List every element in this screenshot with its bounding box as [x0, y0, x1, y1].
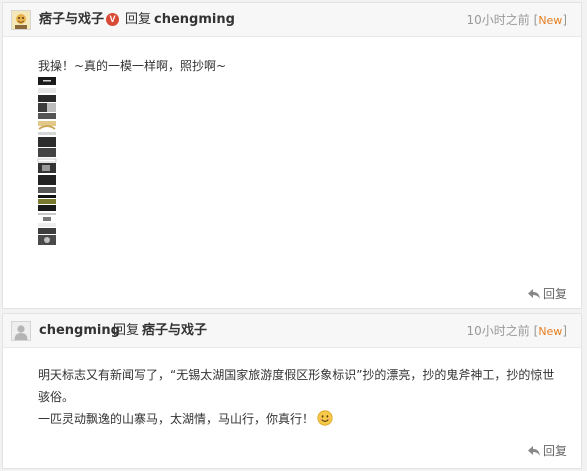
reply-button-label: 回复 — [542, 444, 567, 458]
thumbnail — [38, 113, 56, 119]
new-bracket-close: ] — [562, 13, 567, 27]
content-line: 我操！~真的一模一样啊，照抄啊~ — [38, 59, 227, 73]
content-line: 骇俗。 — [38, 390, 75, 404]
thumbnail — [38, 187, 56, 193]
reply-target-link[interactable]: chengming — [154, 12, 235, 27]
comment-header: chengming 回复 痞子与戏子 10小时之前 [New] — [3, 314, 581, 348]
user-name[interactable]: 痞子与戏子 — [39, 12, 104, 28]
thumbnail — [38, 205, 56, 211]
reply-button-label: 回复 — [542, 287, 567, 301]
comment-content: 明天标志又有新闻写了，“无锡太湖国家旅游度假区形象标识”抄的漂亮，抄的鬼斧神工，… — [38, 364, 569, 430]
new-bracket-close: ] — [562, 324, 567, 338]
thumbnail — [38, 137, 56, 147]
thumbnail — [43, 217, 51, 221]
thumbnail — [38, 125, 56, 130]
thumbnail — [38, 228, 56, 234]
reply-target-link[interactable]: 痞子与戏子 — [142, 323, 207, 338]
reply-label: 回复 — [125, 12, 152, 27]
avatar-cartoon-icon — [12, 11, 30, 29]
thumbnail — [38, 199, 56, 204]
thumbnail — [38, 95, 56, 102]
comment-content: 我操！~真的一模一样啊，照抄啊~ — [38, 55, 569, 77]
reply-button[interactable]: 回复 — [527, 287, 567, 301]
time-text: 10小时之前 — [466, 324, 530, 338]
new-badge: New — [538, 14, 563, 27]
thumbnail — [38, 88, 56, 93]
thumbnail — [43, 80, 51, 82]
comment-header: 痞子与戏子 V 回复 chengming 10小时之前 [New] — [3, 3, 581, 37]
smiley-face-icon — [317, 410, 333, 426]
reply-arrow-icon — [527, 446, 540, 456]
image-thumbnails[interactable] — [37, 77, 57, 277]
reply-arrow-icon — [527, 289, 540, 299]
user-name[interactable]: chengming — [39, 323, 120, 339]
thumbnail — [38, 223, 56, 227]
reply-label: 回复 — [113, 323, 140, 338]
reply-to: 回复 痞子与戏子 — [113, 323, 207, 339]
default-user-icon — [12, 322, 30, 340]
thumbnail — [38, 175, 56, 185]
thumbnail — [42, 165, 50, 171]
new-badge: New — [538, 325, 563, 338]
thumbnail — [38, 195, 56, 198]
thumbnail — [37, 158, 57, 163]
comment-thread: 痞子与戏子 V 回复 chengming 10小时之前 [New] 我操！~真的一… — [0, 0, 587, 471]
timestamp: 10小时之前 [New] — [467, 13, 567, 28]
thumbnail — [38, 103, 47, 112]
thumbnail — [38, 132, 56, 135]
comment-card: chengming 回复 痞子与戏子 10小时之前 [New] 明天标志又有新闻写… — [2, 313, 582, 469]
reply-to: 回复 chengming — [125, 12, 235, 28]
reply-button[interactable]: 回复 — [527, 444, 567, 458]
timestamp: 10小时之前 [New] — [467, 324, 567, 339]
thumbnail — [38, 213, 56, 215]
comment-card: 痞子与戏子 V 回复 chengming 10小时之前 [New] 我操！~真的一… — [2, 2, 582, 309]
avatar[interactable] — [11, 10, 31, 30]
avatar[interactable] — [11, 321, 31, 341]
thumbnail — [38, 148, 56, 157]
time-text: 10小时之前 — [466, 13, 530, 27]
thumbnail — [44, 237, 50, 243]
content-line-with-emoji: 一匹灵动飘逸的山寨马，太湖情，马山行，你真行！ — [38, 408, 569, 430]
verified-icon: V — [106, 13, 119, 26]
content-line: 明天标志又有新闻写了，“无锡太湖国家旅游度假区形象标识”抄的漂亮，抄的鬼斧神工，… — [38, 368, 555, 382]
thumbnail — [47, 103, 56, 112]
image-thumbnail-strip[interactable] — [37, 77, 57, 280]
content-line: 一匹灵动飘逸的山寨马，太湖情，马山行，你真行！ — [38, 412, 315, 426]
